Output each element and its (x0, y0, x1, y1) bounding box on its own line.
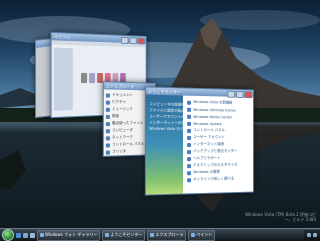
info-icon (187, 100, 192, 105)
gallery-icon (40, 233, 44, 237)
online-icon (187, 177, 192, 182)
maximize-button[interactable] (129, 37, 137, 45)
welcome-sidebar: コンピュータの詳細を表示 ファイルと設定の転送 ユーザーアカウントの追加 インタ… (145, 94, 184, 195)
system-tray (304, 230, 320, 240)
welcome-item[interactable]: オンラインで詳しく調べる (187, 175, 250, 183)
welcome-item[interactable]: ユーザー アカウント (187, 134, 250, 141)
welcome-title: ようこそセンター (148, 88, 181, 95)
maximize-button[interactable] (235, 90, 244, 99)
user-icon (187, 135, 192, 140)
computer-icon (105, 128, 110, 133)
media-center-icon (187, 114, 192, 119)
volume-icon[interactable] (313, 233, 317, 237)
ie-icon[interactable] (16, 232, 21, 238)
welcome-content: Windows Vista の新機能 Windows Ultimate Extr… (187, 99, 250, 184)
help-icon (187, 156, 192, 161)
explorer-title: エクスプローラ (105, 83, 134, 90)
window-welcome-center[interactable]: ようこそセンター コンピュータの詳細を表示 ファイルと設定の転送 ユーザーアカウ… (144, 86, 254, 196)
minimize-button[interactable] (121, 36, 129, 44)
register-icon (187, 170, 192, 175)
taskbar-button[interactable]: エクスプローラ (147, 229, 187, 241)
folder-icon (105, 92, 110, 98)
paint-title: ペイント (53, 34, 71, 40)
welcome-icon (105, 233, 110, 237)
swatch[interactable] (89, 72, 96, 84)
taskbar-button[interactable]: ペイント (188, 229, 216, 241)
close-button[interactable] (244, 91, 253, 99)
paint-icon (191, 233, 196, 237)
control-panel-icon (187, 128, 192, 133)
sidebar-item[interactable]: Windows Vista のデモ (146, 126, 183, 132)
taskbar: Windows フォト ギャラリー ようこそセンター エクスプローラ ペイント (0, 228, 320, 241)
folder-icon (105, 121, 110, 126)
backup-icon (187, 149, 192, 154)
paint-tool-panel (53, 47, 73, 111)
minimize-button[interactable] (227, 90, 236, 98)
search-icon (105, 114, 110, 119)
desktop-icon (187, 163, 192, 168)
network-icon (105, 135, 110, 140)
flip-3d-icon[interactable] (30, 232, 35, 238)
watermark-text: Windows Vista (TM) Beta 2 評価コピー。ビルド 5384 (245, 212, 316, 222)
close-button[interactable] (137, 37, 145, 45)
folder-icon (105, 107, 110, 112)
show-desktop-icon[interactable] (23, 232, 28, 238)
swatch[interactable] (81, 72, 88, 84)
taskbar-button[interactable]: Windows フォト ギャラリー (37, 229, 101, 241)
taskbar-button[interactable]: ようこそセンター (102, 229, 146, 241)
start-button[interactable] (2, 229, 14, 241)
network-icon[interactable] (307, 233, 311, 237)
globe-icon (187, 142, 192, 147)
folder-icon (105, 100, 110, 105)
control-panel-icon (105, 142, 110, 148)
extras-icon (187, 107, 192, 112)
printer-icon (105, 150, 110, 155)
folder-icon (150, 233, 155, 237)
update-icon (187, 121, 192, 126)
